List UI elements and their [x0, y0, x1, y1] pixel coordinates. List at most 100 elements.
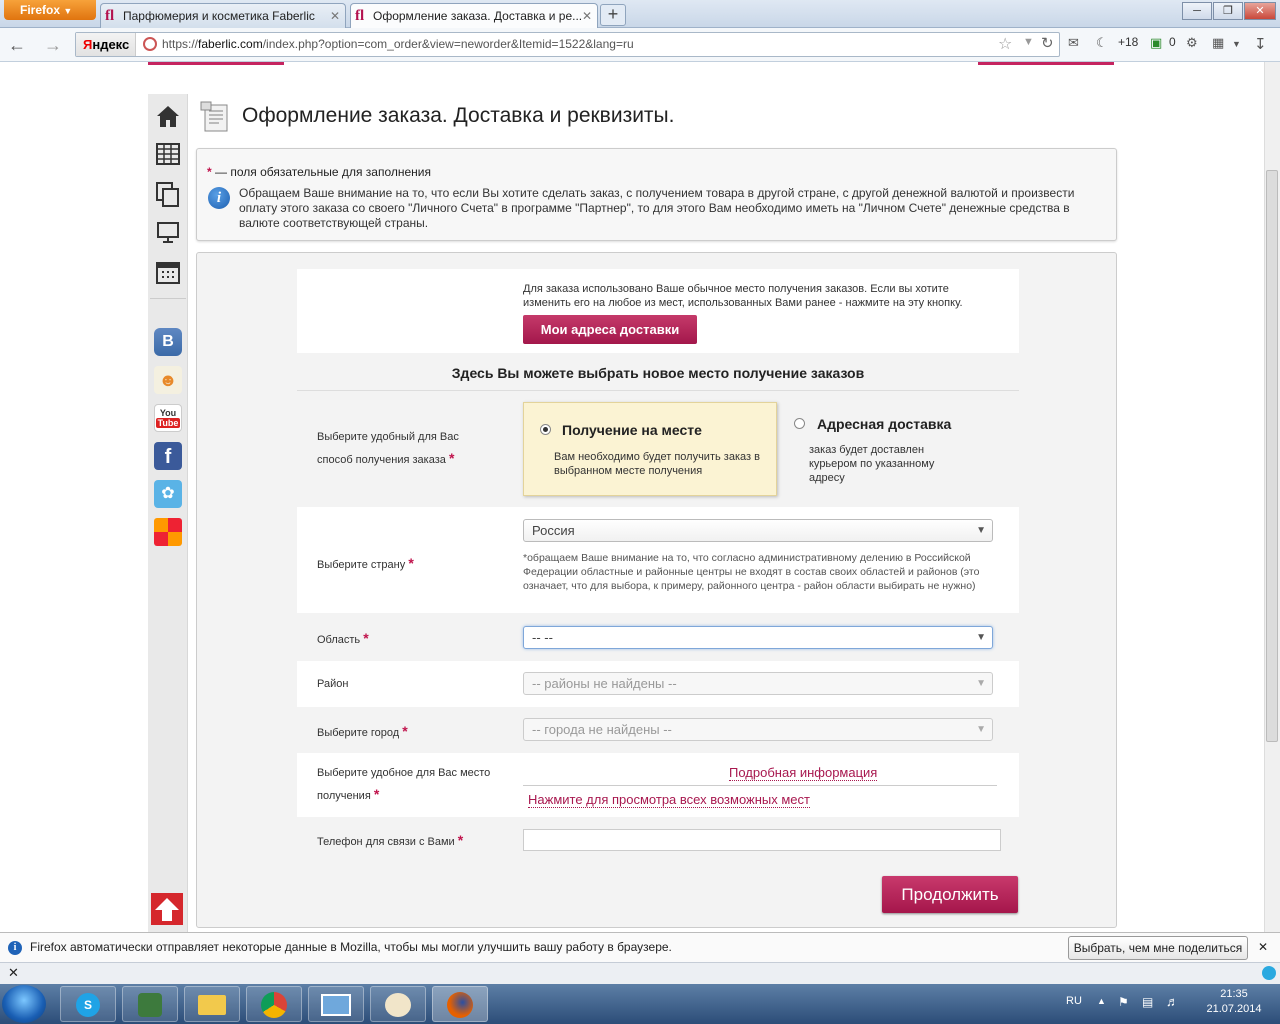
clock-date: 21.07.2014 — [1206, 1003, 1262, 1015]
tab-order-delivery[interactable]: fl Оформление заказа. Доставка и ре... ✕ — [350, 3, 598, 29]
telemetry-notification-bar: i Firefox автоматически отправляет некот… — [0, 932, 1280, 962]
minimize-button[interactable]: ─ — [1182, 2, 1212, 20]
scroll-to-top-icon[interactable] — [151, 893, 183, 925]
chevron-down-icon: ▼ — [976, 525, 986, 536]
taskbar-clock[interactable]: 21:35 21.07.2014 — [1194, 987, 1274, 1017]
taskbar-chrome[interactable] — [246, 986, 302, 1022]
square-counter: 0 — [1169, 35, 1176, 49]
left-sidebar: В ☻ You Tube f ✿ — [148, 94, 188, 932]
faberlic-favicon-icon: fl — [105, 8, 115, 24]
forward-arrow-icon[interactable]: → — [42, 35, 64, 55]
phone-input[interactable] — [523, 829, 1001, 851]
country-note: *обращаем Ваше внимание на то, что согла… — [523, 552, 980, 592]
form-inner: Для заказа использовано Ваше обычное мес… — [297, 269, 1019, 929]
facebook-icon[interactable]: f — [154, 442, 182, 470]
continue-button[interactable]: Продолжить — [882, 876, 1018, 913]
details-link[interactable]: Подробная информация — [729, 765, 878, 781]
chevron-down-icon: ▼ — [976, 724, 986, 735]
firefox-menu-label: Firefox — [20, 3, 61, 17]
download-icon[interactable]: ↧ — [1254, 35, 1267, 53]
chevron-down-icon[interactable]: ▼ — [1023, 36, 1034, 48]
delivery-method-label: Выберите удобный для Вас способ получени… — [317, 431, 459, 466]
choose-what-to-share-button[interactable]: Выбрать, чем мне поделиться — [1068, 936, 1248, 960]
chevron-down-icon[interactable]: ▼ — [1232, 39, 1241, 49]
home-icon[interactable] — [154, 102, 182, 130]
bookmark-star-icon[interactable]: ☆ — [998, 34, 1012, 54]
windows-taskbar: S RU ▲ ⚑ ▤ ♬ 21:35 21.07.2014 — [0, 984, 1280, 1024]
close-window-button[interactable]: ✕ — [1244, 2, 1276, 20]
my-addresses-button[interactable]: Мои адреса доставки — [523, 315, 697, 344]
monitor-icon[interactable] — [154, 218, 182, 246]
bookmarks-icon[interactable]: ▦ — [1212, 35, 1224, 51]
mosaic-icon[interactable] — [154, 518, 182, 546]
skype-icon[interactable] — [1262, 966, 1276, 980]
pickup-radio[interactable] — [540, 424, 551, 435]
pickup-description: Вам необходимо будет получить заказ в вы… — [554, 451, 760, 477]
firefox-menu-button[interactable]: Firefox ▼ — [4, 0, 96, 20]
scrollbar-thumb[interactable] — [1266, 170, 1278, 742]
region-select[interactable]: -- -- ▼ — [523, 626, 993, 649]
country-select[interactable]: Россия ▼ — [523, 519, 993, 542]
address-bar[interactable]: Яндекс https://faberlic.com/index.php?op… — [75, 32, 1060, 57]
moon-counter: +18 — [1118, 35, 1139, 49]
url-text: https://faberlic.com/index.php?option=co… — [162, 37, 634, 51]
site-identity-icon[interactable] — [143, 37, 157, 51]
taskbar-skype[interactable]: S — [60, 986, 116, 1022]
phone-label: Телефон для связи с Вами * — [317, 832, 464, 848]
district-label: Район — [317, 678, 349, 690]
document-icon — [200, 101, 228, 132]
choose-location-title: Здесь Вы можете выбрать новое место полу… — [451, 365, 865, 381]
reload-icon[interactable]: ↻ — [1041, 34, 1054, 52]
taskbar-photos[interactable] — [308, 986, 364, 1022]
close-icon[interactable]: ✕ — [1258, 933, 1268, 962]
youtube-icon[interactable]: You Tube — [154, 404, 182, 432]
close-addon-bar-icon[interactable]: ✕ — [8, 965, 19, 981]
order-form: Для заказа использовано Ваше обычное мес… — [196, 252, 1117, 928]
moon-icon[interactable]: ☾ — [1096, 35, 1108, 51]
yandex-search-button[interactable]: Яндекс — [76, 33, 136, 56]
taskbar-app[interactable] — [122, 986, 178, 1022]
info-icon: i — [208, 187, 230, 209]
all-places-link[interactable]: Нажмите для просмотра всех возможных мес… — [528, 792, 810, 808]
vkontakte-icon[interactable]: В — [154, 328, 182, 356]
courier-description: заказ будет доставлен курьером по указан… — [809, 444, 935, 484]
header-accent-bar — [148, 62, 284, 65]
faberlic-favicon-icon: fl — [355, 8, 365, 24]
browser-titlebar: Firefox ▼ fl Парфюмерия и косметика Fabe… — [0, 0, 1280, 29]
flag-icon[interactable]: ⚑ — [1118, 995, 1129, 1009]
chevron-down-icon: ▼ — [63, 6, 73, 16]
district-select[interactable]: -- районы не найдены -- ▼ — [523, 672, 993, 695]
pickup-option[interactable]: Получение на месте Вам необходимо будет … — [523, 402, 777, 496]
info-icon: i — [8, 941, 22, 955]
chevron-up-icon[interactable]: ▲ — [1097, 996, 1106, 1006]
mail-icon[interactable]: ✉ — [1068, 35, 1079, 51]
chevron-down-icon: ▼ — [976, 678, 986, 689]
addon-icon[interactable]: ⚙ — [1186, 35, 1198, 51]
required-fields-note: * — поля обязательные для заполнения — [207, 165, 431, 179]
taskbar-explorer[interactable] — [184, 986, 240, 1022]
tab-faberlic-home[interactable]: fl Парфюмерия и косметика Faberlic ✕ — [100, 3, 346, 28]
maximize-button[interactable]: ❐ — [1213, 2, 1243, 20]
back-arrow-icon[interactable]: ← — [6, 35, 28, 55]
odnoklassniki-icon[interactable]: ☻ — [154, 366, 182, 394]
courier-radio[interactable] — [794, 418, 805, 429]
city-select[interactable]: -- города не найдены -- ▼ — [523, 718, 993, 741]
pickup-title: Получение на месте — [562, 422, 702, 438]
courier-title[interactable]: Адресная доставка — [817, 416, 951, 432]
language-indicator[interactable]: RU — [1066, 995, 1082, 1007]
close-tab-icon[interactable]: ✕ — [330, 4, 340, 28]
new-tab-button[interactable]: + — [600, 4, 626, 26]
taskbar-firefox[interactable] — [432, 986, 488, 1022]
volume-icon[interactable]: ♬ — [1166, 994, 1179, 1009]
windows-start-button[interactable] — [2, 985, 46, 1023]
network-icon[interactable]: ▤ — [1142, 995, 1153, 1009]
close-tab-icon[interactable]: ✕ — [582, 4, 592, 28]
copy-icon[interactable] — [154, 180, 182, 208]
twitter-icon[interactable]: ✿ — [154, 480, 182, 508]
tab-label: Оформление заказа. Доставка и ре... — [373, 9, 583, 23]
calendar-icon[interactable] — [154, 258, 182, 286]
divider — [297, 390, 1019, 391]
table-icon[interactable] — [154, 140, 182, 168]
green-square-icon[interactable]: ▣ — [1150, 35, 1162, 51]
taskbar-paint[interactable] — [370, 986, 426, 1022]
